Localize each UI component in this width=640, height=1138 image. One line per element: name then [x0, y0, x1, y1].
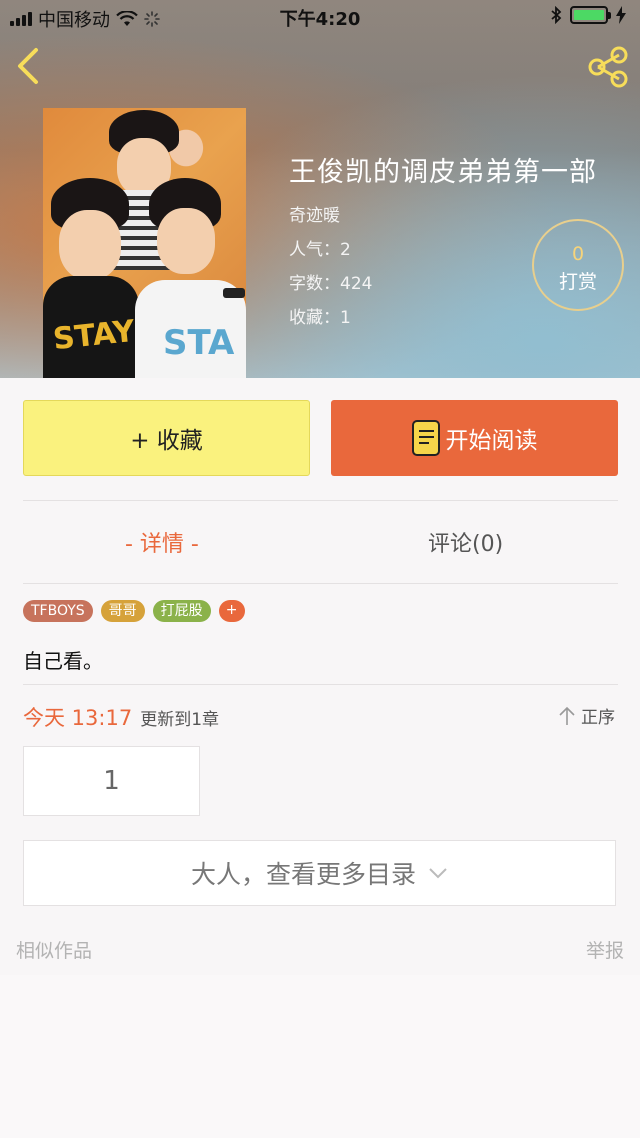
similar-works-heading: 相似作品 — [16, 940, 93, 962]
cover-figure-face — [59, 210, 121, 280]
book-title: 王俊凯的调皮弟弟第一部 — [289, 157, 597, 188]
start-reading-label: 开始阅读 — [445, 428, 538, 454]
book-cover-image[interactable]: STAY STA — [43, 108, 246, 378]
book-description: 自己看。 — [23, 649, 103, 673]
chapter-item[interactable]: 1 — [23, 746, 200, 816]
reward-button[interactable]: 0 打赏 — [532, 219, 624, 311]
share-icon — [588, 46, 628, 88]
tag-list: TFBOYS 哥哥 打屁股 + — [23, 600, 245, 622]
similar-works-area — [0, 975, 640, 1138]
add-tag-button[interactable]: + — [218, 600, 245, 622]
tab-comments[interactable]: 评论(0) — [428, 526, 503, 558]
book-author[interactable]: 奇迹暖 — [289, 201, 597, 226]
start-reading-button[interactable]: 开始阅读 — [331, 400, 618, 476]
chevron-left-icon — [18, 48, 38, 84]
sort-order-label: 正序 — [581, 708, 615, 728]
status-bar: 中国移动 下午4:20 — [0, 0, 640, 34]
status-time: 下午4:20 — [279, 9, 361, 30]
share-button[interactable] — [586, 46, 630, 88]
divider — [23, 583, 618, 584]
status-right — [550, 6, 626, 24]
book-icon — [411, 420, 440, 456]
add-favorite-button[interactable]: + 收藏 — [23, 400, 310, 476]
tab-detail[interactable]: - 详情 - — [125, 526, 199, 558]
battery-icon — [570, 6, 611, 24]
cover-figure-face — [157, 208, 215, 274]
update-text: 更新到1章 — [140, 710, 220, 730]
divider — [23, 500, 618, 501]
tag-brother[interactable]: 哥哥 — [100, 600, 145, 622]
update-time: 今天 13:17 — [23, 706, 133, 730]
report-button[interactable]: 举报 — [586, 936, 624, 963]
cover-watch — [223, 288, 245, 298]
add-favorite-label: + 收藏 — [130, 428, 203, 454]
tag-tfboys[interactable]: TFBOYS — [23, 600, 93, 622]
update-info: 今天 13:17 更新到1章 — [23, 702, 219, 732]
reward-count: 0 — [571, 243, 585, 265]
chapter-number: 1 — [103, 766, 120, 796]
bluetooth-icon — [551, 6, 562, 24]
sort-order-button[interactable]: 正序 — [559, 703, 615, 728]
charging-icon — [616, 6, 626, 24]
more-catalog-label: 大人，查看更多目录 — [190, 860, 416, 889]
arrow-up-icon — [559, 706, 575, 725]
detail-tabs: - 详情 - 评论(0) — [0, 504, 640, 580]
divider — [23, 684, 618, 685]
tag-spanking[interactable]: 打屁股 — [152, 600, 211, 622]
more-catalog-button[interactable]: 大人，查看更多目录 — [23, 840, 616, 906]
back-button[interactable] — [12, 46, 48, 86]
reward-label: 打赏 — [558, 271, 597, 293]
cover-shirt-letters: STA — [163, 323, 235, 363]
book-favorites: 收藏：1 — [289, 308, 351, 328]
chevron-down-icon — [429, 868, 447, 879]
